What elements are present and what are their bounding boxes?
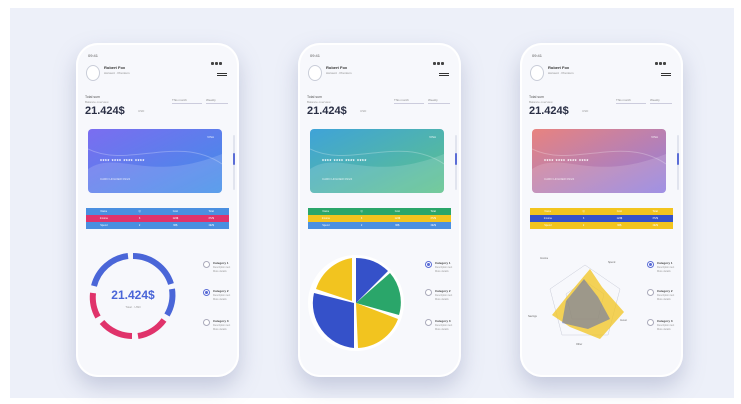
menu-icon[interactable] (661, 73, 671, 76)
avatar[interactable] (308, 65, 322, 81)
radar-axis-label: Savings (528, 315, 537, 318)
period-dropdown[interactable]: This month (616, 98, 646, 104)
donut-segment (132, 253, 174, 286)
user-name: Robert Fox (548, 65, 570, 70)
donut-center-sub: Total · USD (125, 305, 141, 309)
interval-dropdown[interactable]: Weekly (428, 98, 450, 104)
bank-card[interactable]: VISA **** **** **** **** CARD HOLDER 09/… (532, 129, 666, 193)
total-sub: Balance overview (307, 100, 331, 104)
total-unit: USD (138, 109, 145, 113)
card-brand: VISA (207, 135, 214, 139)
period-dropdown[interactable]: This month (172, 98, 202, 104)
total-label: Total sum (85, 95, 100, 99)
radar-axis-label: Invest (620, 319, 627, 322)
donut-segment (137, 318, 167, 339)
table-row[interactable]: Name Q Cost Total (86, 208, 229, 215)
interval-dropdown[interactable]: Weekly (206, 98, 228, 104)
total-value: 21.424$ (85, 105, 125, 117)
donut-center-value: 21.424$ (111, 288, 155, 302)
table-row[interactable]: Spend 2 96$ 192$ (308, 222, 451, 229)
status-time: 09:41 (310, 53, 321, 58)
status-icons (211, 52, 227, 65)
radar-axis-label: Income (540, 257, 549, 260)
table-row[interactable]: Income 3 124$ 372$ (308, 215, 451, 222)
menu-icon[interactable] (439, 73, 449, 76)
total-value: 21.424$ (529, 105, 569, 117)
summary-table: Name Q Cost Total Income 3 124$ 372$ Spend 2 96$… (308, 208, 451, 229)
phone-pie-chart: 09:41 Robert Fox Account · Premium Total… (298, 43, 461, 377)
period-dropdown[interactable]: This month (394, 98, 424, 104)
status-time: 09:41 (532, 53, 543, 58)
card-scroll-thumb[interactable] (677, 153, 679, 165)
card-brand: VISA (651, 135, 658, 139)
total-value: 21.424$ (307, 105, 347, 117)
radar-chart (549, 264, 624, 339)
card-scroll-thumb[interactable] (233, 153, 235, 165)
card-number: **** **** **** **** (322, 159, 367, 165)
total-label: Total sum (307, 95, 322, 99)
summary-table: Name Q Cost Total Income 3 124$ 372$ Spend 2 96$… (86, 208, 229, 229)
phone-donut-chart: 09:41 Robert Fox Account · Premium Total… (76, 43, 239, 377)
table-row[interactable]: Spend 2 96$ 192$ (86, 222, 229, 229)
user-subtitle: Account · Premium (326, 71, 352, 75)
radar-axis-label: Other (576, 343, 583, 346)
phone-radar-chart: 09:41 Robert Fox Account · Premium Total… (520, 43, 683, 377)
mockup-canvas: 09:41 Robert Fox Account · Premium Total… (10, 8, 734, 398)
total-unit: USD (360, 109, 367, 113)
status-icons (433, 52, 449, 65)
pie-chart (308, 255, 404, 351)
interval-dropdown[interactable]: Weekly (650, 98, 672, 104)
summary-table: Name Q Cost Total Income 3 124$ 372$ Spend 2 96$… (530, 208, 673, 229)
avatar[interactable] (530, 65, 544, 81)
card-number: **** **** **** **** (544, 159, 589, 165)
status-icons (655, 52, 671, 65)
user-name: Robert Fox (326, 65, 348, 70)
donut-segment (99, 319, 133, 339)
user-subtitle: Account · Premium (548, 71, 574, 75)
card-number: **** **** **** **** (100, 159, 145, 165)
menu-icon[interactable] (217, 73, 227, 76)
card-brand: VISA (429, 135, 436, 139)
table-row[interactable]: Income 3 124$ 372$ (530, 215, 673, 222)
table-row[interactable]: Spend 2 96$ 192$ (530, 222, 673, 229)
user-subtitle: Account · Premium (104, 71, 130, 75)
total-label: Total sum (529, 95, 544, 99)
user-name: Robert Fox (104, 65, 126, 70)
card-holder: CARD HOLDER 09/24 (100, 177, 131, 181)
total-unit: USD (582, 109, 589, 113)
card-holder: CARD HOLDER 09/24 (544, 177, 575, 181)
card-scroll-thumb[interactable] (455, 153, 457, 165)
status-time: 09:41 (88, 53, 99, 58)
table-row[interactable]: Income 3 124$ 372$ (86, 215, 229, 222)
avatar[interactable] (86, 65, 100, 81)
total-sub: Balance overview (85, 100, 109, 104)
radar-axis-label: Spend (608, 261, 616, 264)
bank-card[interactable]: VISA **** **** **** **** CARD HOLDER 09/… (88, 129, 222, 193)
bank-card[interactable]: VISA **** **** **** **** CARD HOLDER 09/… (310, 129, 444, 193)
table-row[interactable]: Name Q Cost Total (308, 208, 451, 215)
donut-segment (91, 253, 129, 287)
card-holder: CARD HOLDER 09/24 (322, 177, 353, 181)
table-row[interactable]: Name Q Cost Total (530, 208, 673, 215)
total-sub: Balance overview (529, 100, 553, 104)
